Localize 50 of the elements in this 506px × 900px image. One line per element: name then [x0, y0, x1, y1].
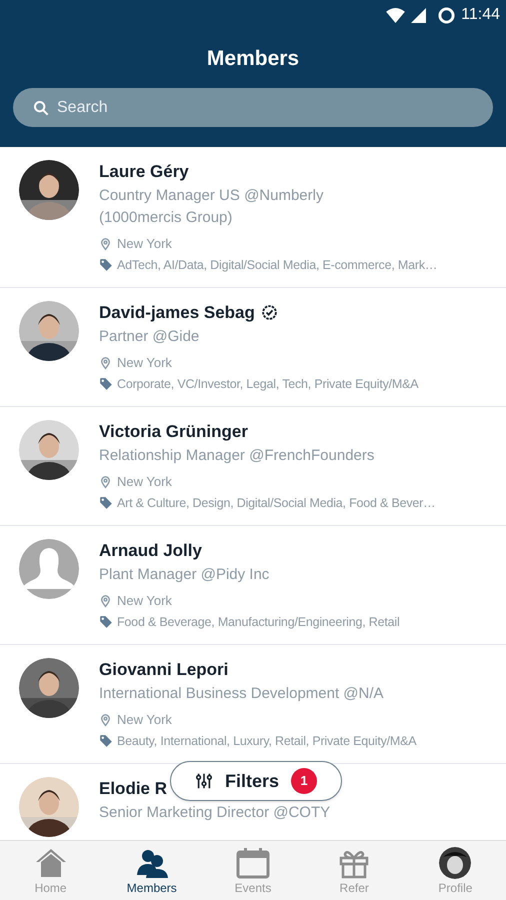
location-pin-icon — [99, 594, 112, 608]
member-row[interactable]: David-james Sebag Partner @Gide New York Corporate, VC/Investor, Legal, Tech, Private Equity/M&A — [0, 288, 506, 407]
member-location: New York — [117, 354, 172, 372]
location-pin-icon — [99, 475, 112, 489]
tag-icon — [99, 734, 113, 748]
calendar-icon — [236, 846, 270, 878]
member-title: Senior Marketing Director @COTY — [99, 803, 332, 823]
member-tags: Corporate, VC/Investor, Legal, Tech, Private Equity/M&A — [117, 375, 418, 393]
member-tags: Food & Beverage, Manufacturing/Engineering, Retail — [117, 613, 400, 631]
location-pin-icon — [99, 237, 112, 251]
filters-button[interactable]: Filters 1 — [170, 761, 342, 801]
search-field[interactable]: Search — [13, 88, 493, 127]
tag-icon — [99, 258, 113, 272]
member-title: Partner @Gide — [99, 327, 200, 347]
page-title: Members — [206, 46, 300, 72]
member-title: Plant Manager @Pidy Inc — [99, 565, 270, 585]
member-tags: AdTech, AI/Data, Digital/Social Media, E-commerce, Mark… — [117, 256, 438, 274]
battery-icon — [438, 6, 456, 24]
tag-icon — [99, 377, 113, 391]
home-icon — [34, 846, 68, 878]
member-title: International Business Development @N/A — [99, 684, 385, 704]
location-pin-icon — [99, 713, 112, 727]
wifi-icon — [386, 8, 406, 22]
member-row[interactable]: Victoria Grüninger Relationship Manager @FrenchFounders New York Art & Culture, Design, Digital/Social Media, Food & Bever… — [0, 407, 506, 526]
sliders-icon — [194, 771, 213, 791]
status-time: 11:44 — [461, 5, 500, 25]
signal-icon — [411, 8, 426, 22]
tag-icon — [99, 615, 113, 629]
member-title: Relationship Manager @FrenchFounders — [99, 446, 376, 466]
location-pin-icon — [99, 356, 112, 370]
member-location: New York — [117, 235, 172, 253]
member-row[interactable]: Laure Géry Country Manager US @Numberly (1000mercis Group) New York AdTech, AI/Data, Digital/Social Media, E-commerce, Mark… — [0, 147, 506, 288]
filter-count-badge: 1 — [291, 768, 318, 794]
member-name: David-james Sebag — [99, 302, 255, 324]
member-tags: Art & Culture, Design, Digital/Social Media, Food & Bever… — [117, 494, 436, 512]
member-tags: Beauty, International, Luxury, Retail, Private Equity/M&A — [117, 732, 416, 750]
nav-tab[interactable]: Members — [101, 841, 202, 900]
member-name: Arnaud Jolly — [99, 540, 202, 562]
member-name: Victoria Grüninger — [99, 421, 248, 443]
member-location: New York — [117, 473, 172, 491]
member-name: Laure Géry — [99, 161, 189, 183]
avatar-placeholder-icon — [19, 539, 79, 599]
member-name: Elodie R — [99, 778, 168, 800]
search-icon — [33, 100, 49, 116]
member-location: New York — [117, 592, 172, 610]
tag-icon — [99, 496, 113, 510]
member-name: Giovanni Lepori — [99, 659, 228, 681]
member-location: New York — [117, 711, 172, 729]
member-title: Country Manager US @Numberly (1000mercis Group) — [99, 186, 324, 228]
member-row[interactable]: Arnaud Jolly Plant Manager @Pidy Inc New York Food & Beverage, Manufacturing/Engineering, Retail — [0, 526, 506, 645]
